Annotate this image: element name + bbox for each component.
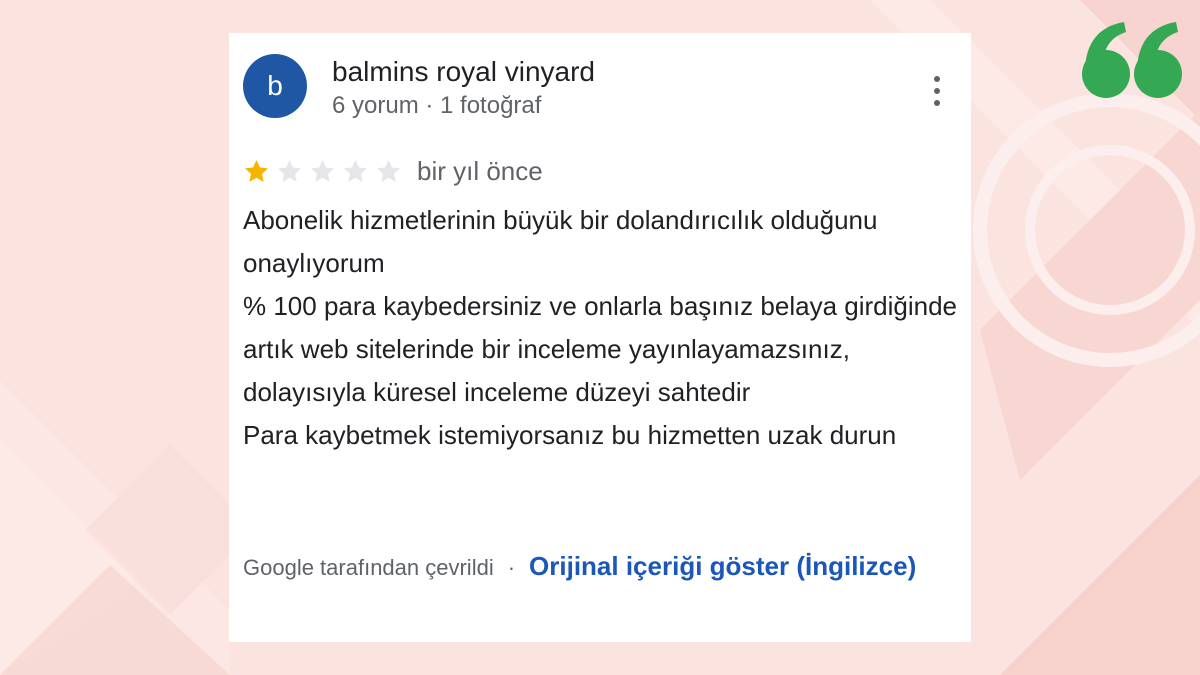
- review-text: Abonelik hizmetlerinin büyük bir dolandı…: [243, 199, 968, 457]
- review-paragraph: Abonelik hizmetlerinin büyük bir dolandı…: [243, 205, 878, 278]
- review-paragraph: % 100 para kaybedersiniz ve onlarla başı…: [243, 291, 957, 407]
- translated-by-label: Google tarafından çevrildi: [243, 555, 494, 580]
- reviewer-name[interactable]: balmins royal vinyard: [332, 55, 595, 89]
- translation-footer: Google tarafından çevrildi · Orijinal içer…: [243, 546, 943, 591]
- show-original-link[interactable]: Orijinal içeriği göster (İngilizce): [529, 551, 916, 581]
- more-options-icon[interactable]: [922, 73, 952, 109]
- star-empty-icon: [377, 159, 400, 182]
- review-card: b balmins royal vinyard 6 yorum · 1 foto…: [229, 33, 971, 642]
- star-empty-icon: [344, 159, 367, 182]
- double-quote-icon: [1082, 22, 1182, 98]
- star-empty-icon: [278, 159, 301, 182]
- separator: ·: [507, 555, 516, 580]
- reviewer-meta: 6 yorum · 1 fotoğraf: [332, 92, 542, 119]
- star-filled-icon: [245, 159, 268, 182]
- star-rating: [243, 155, 408, 187]
- star-empty-icon: [311, 159, 334, 182]
- avatar[interactable]: b: [243, 54, 307, 118]
- review-paragraph: Para kaybetmek istemiyorsanız bu hizmett…: [243, 420, 897, 450]
- review-date: bir yıl önce: [417, 156, 543, 186]
